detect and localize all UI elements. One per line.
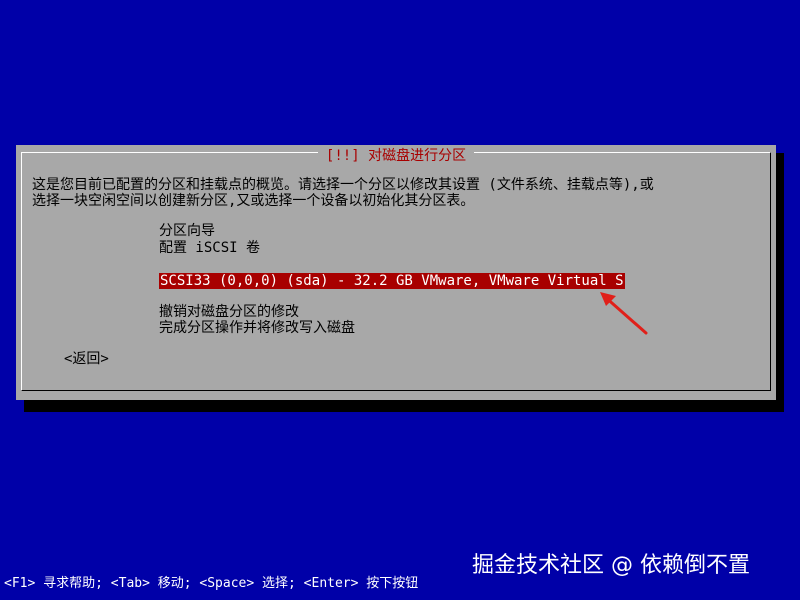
menu-item-configure-iscsi[interactable]: 配置 iSCSI 卷 <box>159 240 260 256</box>
red-arrow-icon <box>600 292 648 335</box>
dialog-description: 这是您目前已配置的分区和挂载点的概览。请选择一个分区以修改其设置 (文件系统、挂… <box>32 177 654 209</box>
help-footer: <F1> 寻求帮助; <Tab> 移动; <Space> 选择; <Enter>… <box>4 576 419 591</box>
partition-dialog: [!!] 对磁盘进行分区 这是您目前已配置的分区和挂载点的概览。请选择一个分区以… <box>16 145 776 400</box>
watermark: 掘金技术社区 @ 依赖倒不置 <box>472 553 750 578</box>
back-button[interactable]: <返回> <box>64 351 109 367</box>
menu-item-undo-changes[interactable]: 撤销对磁盘分区的修改 <box>159 304 299 320</box>
menu-item-finish-partitioning[interactable]: 完成分区操作并将修改写入磁盘 <box>159 320 355 336</box>
menu-item-disk-sda[interactable]: SCSI33 (0,0,0) (sda) - 32.2 GB VMware, V… <box>159 273 625 289</box>
menu-item-guided-partitioning[interactable]: 分区向导 <box>159 223 215 239</box>
